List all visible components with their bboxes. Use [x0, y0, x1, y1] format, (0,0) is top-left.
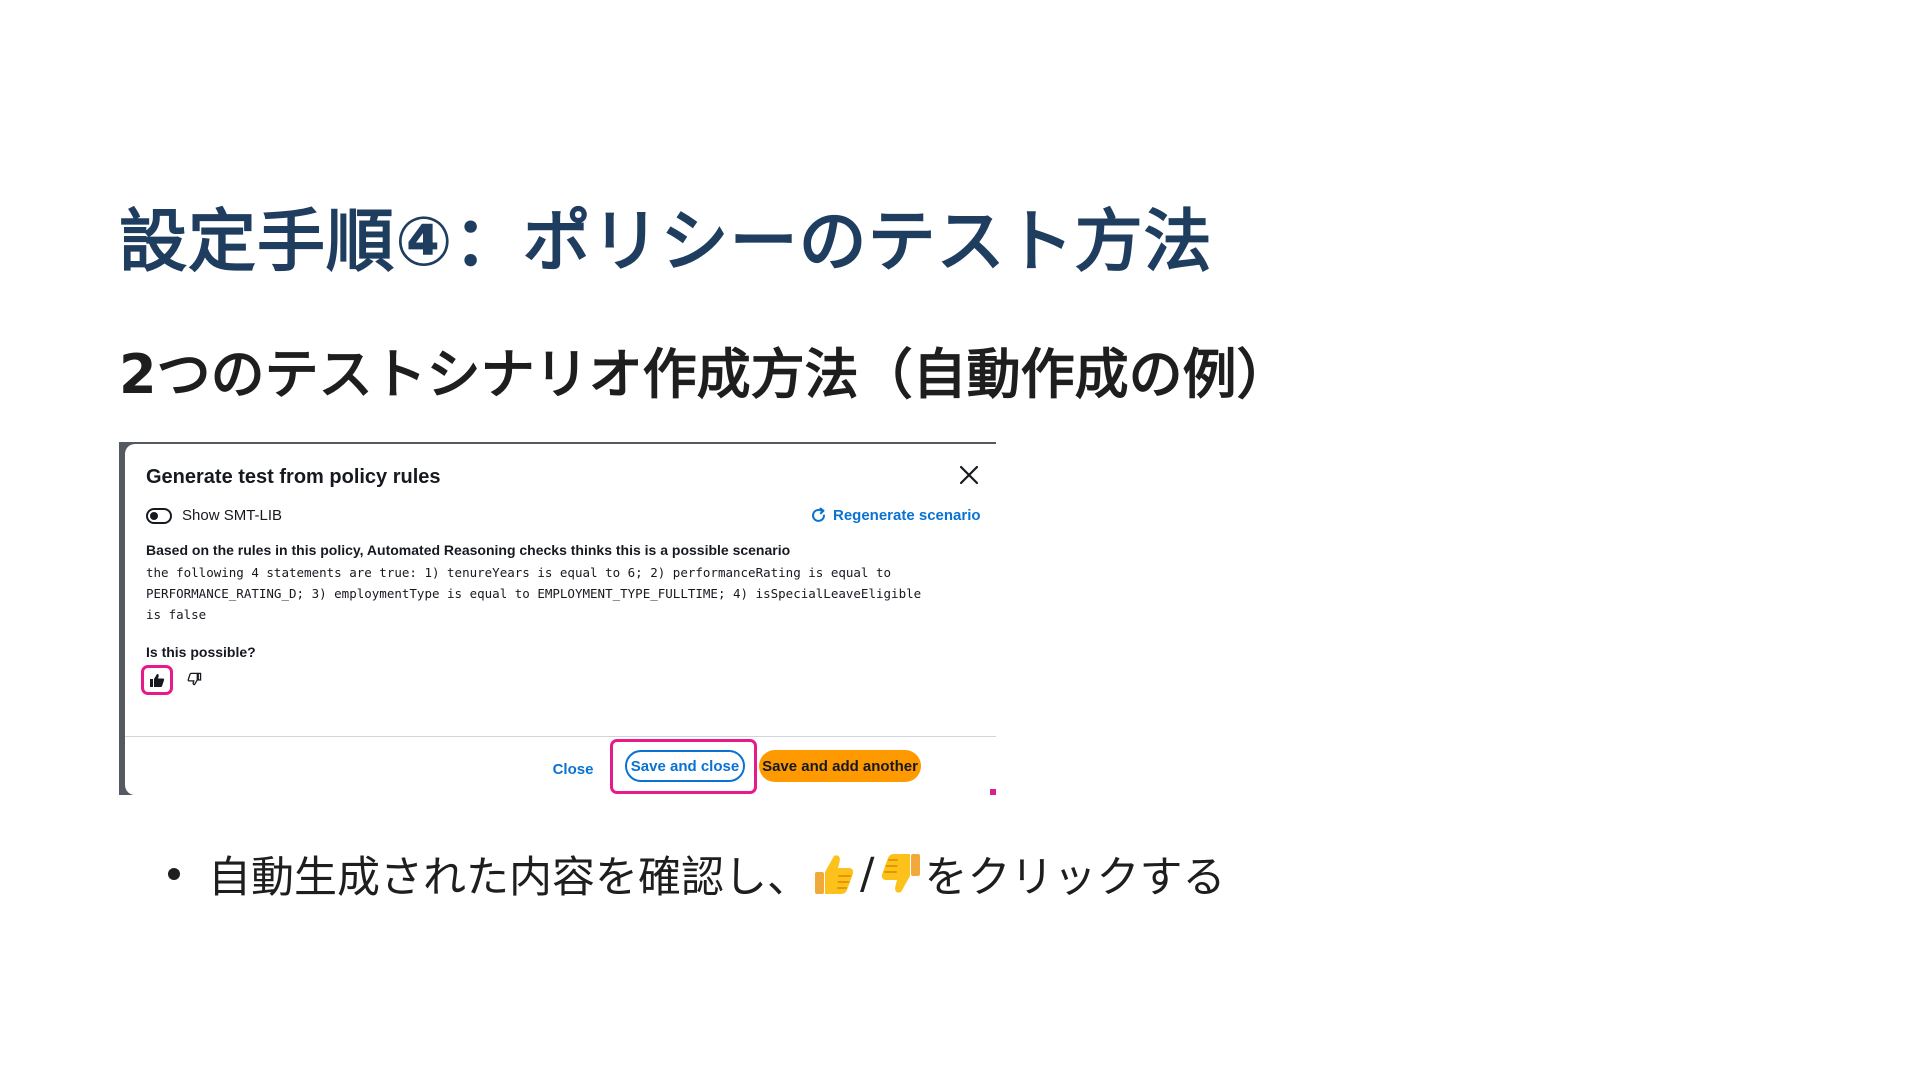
possible-question: Is this possible? [146, 644, 256, 660]
scenario-line: is false [146, 607, 207, 622]
thumb-up-button[interactable] [141, 665, 173, 695]
toggle-label: Show SMT-LIB [182, 507, 283, 524]
close-icon[interactable] [956, 462, 982, 488]
modal-title: Generate test from policy rules [146, 466, 441, 488]
generate-test-modal: Generate test from policy rules Show SMT… [125, 444, 996, 795]
scenario-text: the following 4 statements are true: 1) … [146, 562, 966, 625]
scenario-line: the following 4 statements are true: 1) … [146, 565, 892, 580]
bullet-dot [168, 868, 180, 880]
scenario-line: PERFORMANCE_RATING_D; 3) employmentType … [146, 586, 922, 601]
thumb-up-icon [150, 673, 165, 687]
smt-lib-toggle[interactable] [146, 507, 172, 524]
thumb-down-icon [187, 672, 201, 686]
save-and-add-another-button[interactable]: Save and add another [759, 750, 921, 782]
bullet-slash: / [860, 849, 875, 899]
slide-subtitle: 2つのテストシナリオ作成方法（自動作成の例） [119, 343, 1291, 406]
frame-accent [990, 789, 996, 795]
regenerate-scenario-button[interactable]: Regenerate scenario [810, 507, 981, 524]
close-button[interactable]: Close [543, 756, 603, 782]
dialog-screenshot: Generate test from policy rules Show SMT… [119, 442, 996, 795]
thumb-down-button[interactable] [183, 667, 205, 691]
thumbs-down-emoji [881, 854, 920, 893]
bullet-text-end: をクリックする [924, 853, 1226, 903]
thumbs-up-emoji [815, 855, 854, 894]
instruction-bullet: 自動生成された内容を確認し、 / をクリックする [168, 843, 1226, 905]
save-and-close-button[interactable]: Save and close [625, 750, 745, 782]
regenerate-label: Regenerate scenario [833, 507, 981, 524]
refresh-icon [812, 507, 825, 522]
footer-divider [125, 736, 996, 737]
smt-lib-toggle-row: Show SMT-LIB [146, 507, 282, 524]
slide-title: 設定手順④：ポリシーのテスト方法 [119, 203, 1213, 282]
bullet-text-start: 自動生成された内容を確認し、 [208, 853, 810, 903]
scenario-heading: Based on the rules in this policy, Autom… [146, 542, 791, 558]
